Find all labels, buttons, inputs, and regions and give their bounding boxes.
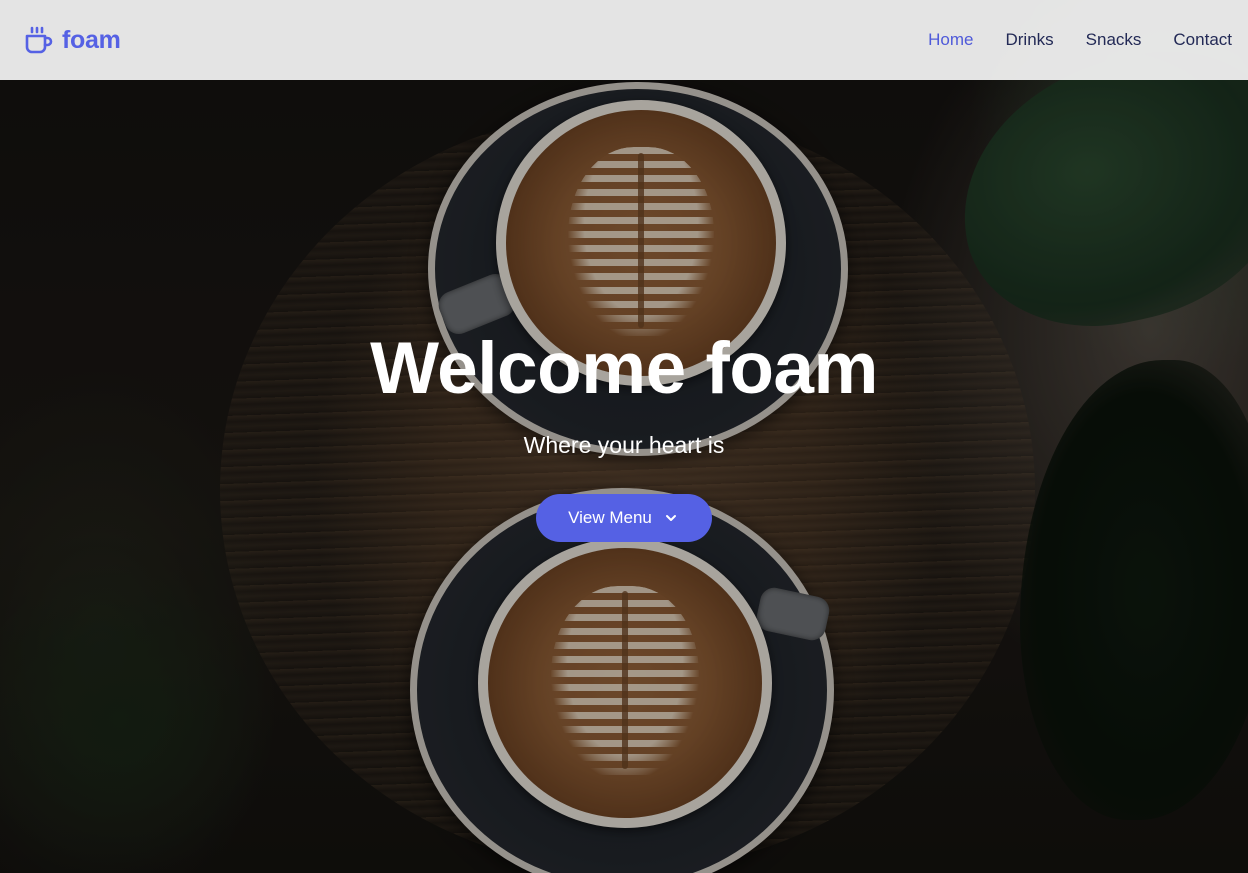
main-nav: Home Drinks Snacks Contact [928,30,1232,50]
brand-name: foam [62,25,121,54]
brand-logo-link[interactable]: foam [24,25,121,55]
coffee-cup-icon [25,26,53,54]
nav-link-home[interactable]: Home [928,30,973,50]
nav-link-snacks[interactable]: Snacks [1086,30,1142,50]
landing-page: foam Home Drinks Snacks Contact Welcome … [0,0,1248,873]
nav-link-contact[interactable]: Contact [1173,30,1232,50]
hero-title: Welcome foam [370,328,878,409]
top-navbar: foam Home Drinks Snacks Contact [0,0,1248,80]
view-menu-button-label: View Menu [568,508,652,527]
hero-subtitle: Where your heart is [523,432,725,458]
nav-link-drinks[interactable]: Drinks [1005,30,1053,50]
view-menu-button[interactable]: View Menu [536,494,712,542]
hero-content: Welcome foam Where your heart is View Me… [0,326,1248,542]
chevron-down-icon [665,515,676,521]
